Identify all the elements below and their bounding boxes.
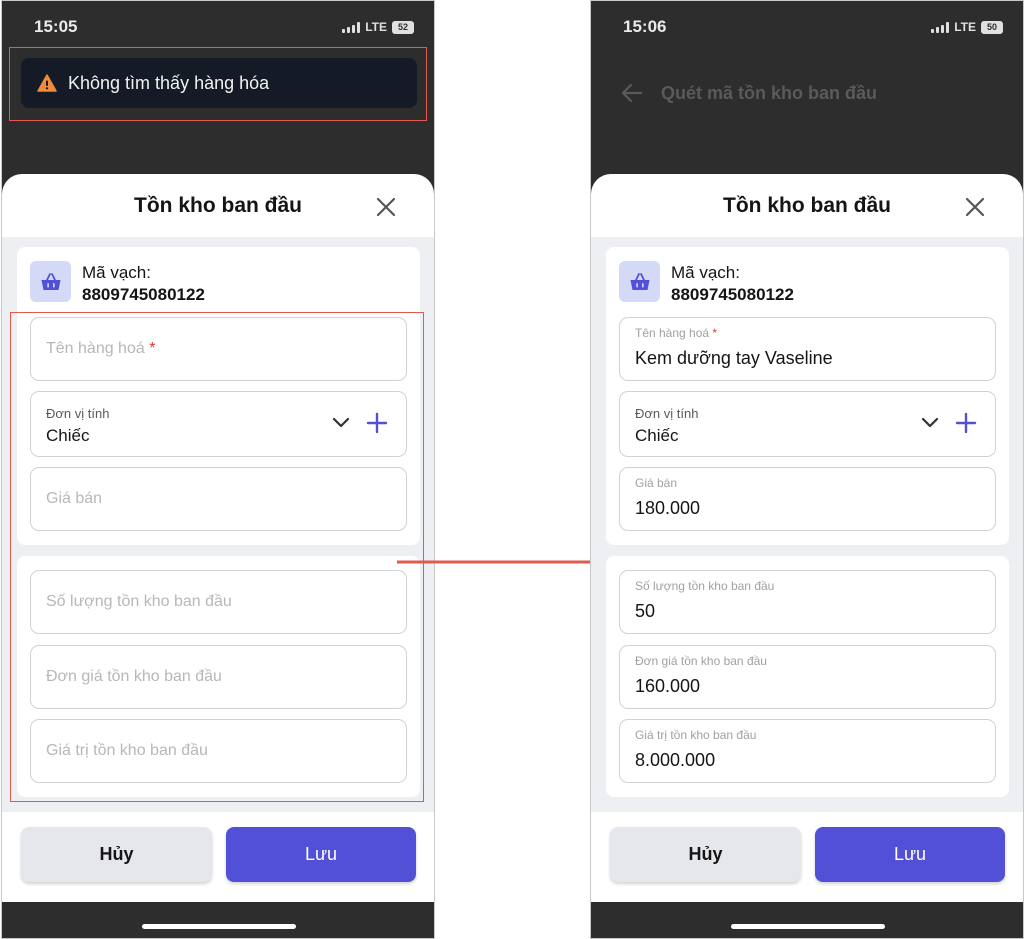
cancel-button[interactable]: Hủy [610,827,801,882]
arrow-icon [397,554,613,570]
plus-icon[interactable] [955,412,977,434]
sale-price-label: Giá bán [635,476,678,490]
product-name-value: Kem dưỡng tay Vaseline [635,348,833,368]
product-name-label-text: Tên hàng hoá [635,326,710,340]
sheet-footer: Hủy Lưu [2,812,434,902]
form-body: Mã vạch: 8809745080122 Tên hàng hoá * Ke… [591,237,1023,812]
product-info-card: Mã vạch: 8809745080122 Tên hàng hoá * Ke… [606,247,1009,545]
home-indicator-area [2,902,434,938]
barcode-value: 8809745080122 [82,285,205,304]
sheet-title: Tồn kho ban đầu [723,194,891,217]
chevron-down-icon[interactable] [921,417,939,429]
network-type: LTE [954,20,976,34]
basket-icon [619,261,660,302]
form-highlight-frame [10,312,424,802]
save-button[interactable]: Lưu [226,827,416,882]
initial-stock-sheet: Tồn kho ban đầu Mã vạch: 8809745080122 T… [591,174,1023,938]
battery-icon: 52 [392,20,414,34]
required-marker: * [712,326,718,340]
home-indicator [731,924,885,929]
initial-quantity-value: 50 [635,601,656,621]
status-bar: 15:06 LTE 50 [591,1,1023,49]
close-icon [965,197,985,217]
phone-screen-after: 15:06 LTE 50 Quét mã tồn kho ban đầu Tồn… [590,0,1024,939]
sheet-header: Tồn kho ban đầu [591,174,1023,237]
initial-unit-cost-input[interactable]: Đơn giá tồn kho ban đầu 160.000 [619,645,996,709]
sheet-footer: Hủy Lưu [591,812,1023,902]
network-type: LTE [365,20,387,34]
cancel-button[interactable]: Hủy [21,827,212,882]
initial-total-value-value: 8.000.000 [635,750,716,770]
barcode-row: Mã vạch: 8809745080122 [619,261,794,304]
signal-icon [342,21,361,33]
barcode-value: 8809745080122 [671,285,794,304]
battery-icon: 50 [981,20,1003,34]
product-name-label: Tên hàng hoá * [635,326,717,340]
home-indicator-area [591,902,1023,938]
status-time: 15:05 [34,17,78,36]
unit-select[interactable]: Đơn vị tính Chiếc [619,391,996,457]
signal-icon [931,21,950,33]
initial-quantity-input[interactable]: Số lượng tồn kho ban đầu 50 [619,570,996,634]
save-button[interactable]: Lưu [815,827,1005,882]
status-time: 15:06 [623,17,667,36]
top-nav: Quét mã tồn kho ban đầu [591,73,1023,113]
phone-screen-before: 15:05 LTE 52 Không tìm thấy hàng hóa Tồn… [1,0,435,939]
unit-label: Đơn vị tính [635,406,699,421]
sheet-header: Tồn kho ban đầu [2,174,434,237]
unit-value: Chiếc [635,426,679,445]
barcode-row: Mã vạch: 8809745080122 [30,261,205,304]
basket-icon [30,261,71,302]
close-button[interactable] [961,193,989,221]
product-name-input[interactable]: Tên hàng hoá * Kem dưỡng tay Vaseline [619,317,996,381]
nav-title: Quét mã tồn kho ban đầu [661,82,878,103]
initial-unit-cost-value: 160.000 [635,676,701,696]
initial-quantity-label: Số lượng tồn kho ban đầu [635,579,775,593]
initial-total-value-input[interactable]: Giá trị tồn kho ban đầu 8.000.000 [619,719,996,783]
close-icon [376,197,396,217]
stock-card: Số lượng tồn kho ban đầu 50 Đơn giá tồn … [606,556,1009,797]
back-arrow-icon[interactable] [621,82,643,104]
status-indicators: LTE 50 [931,20,1003,34]
sale-price-input[interactable]: Giá bán 180.000 [619,467,996,531]
toast-highlight-frame [9,47,427,121]
status-indicators: LTE 52 [342,20,414,34]
close-button[interactable] [372,193,400,221]
initial-unit-cost-label: Đơn giá tồn kho ban đầu [635,654,767,668]
home-indicator [142,924,296,929]
barcode-label: Mã vạch: [671,263,740,282]
sale-price-value: 180.000 [635,498,701,518]
initial-total-value-label: Giá trị tồn kho ban đầu [635,728,757,742]
status-bar: 15:05 LTE 52 [2,1,434,49]
barcode-label: Mã vạch: [82,263,151,282]
sheet-title: Tồn kho ban đầu [134,194,302,217]
